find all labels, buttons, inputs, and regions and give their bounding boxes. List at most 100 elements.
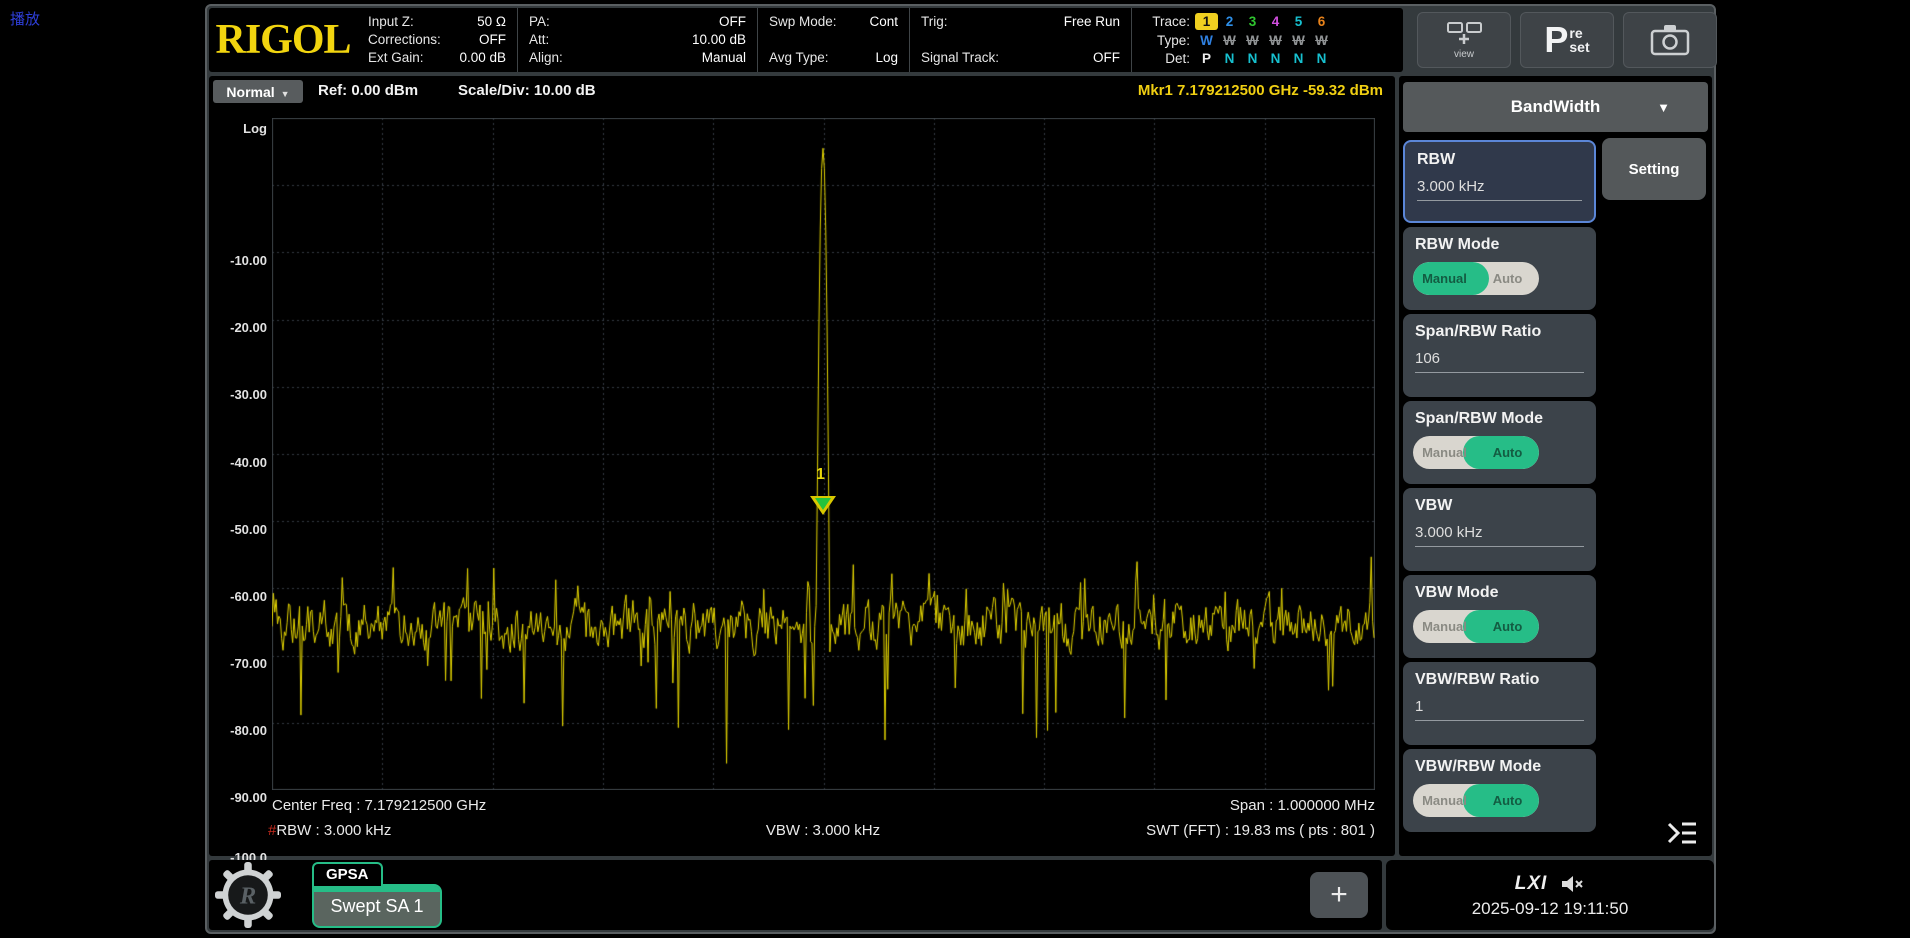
trace-6-type: W bbox=[1310, 32, 1333, 49]
rbw-mode-toggle[interactable]: Manual Auto bbox=[1413, 262, 1539, 295]
amplitude-scale-label: Log bbox=[209, 120, 267, 138]
spectrum-display-panel: Normal Ref: 0.00 dBm Scale/Div: 10.00 dB… bbox=[209, 76, 1395, 856]
trace-5-type: W bbox=[1287, 32, 1310, 49]
y-tick-10: -10.00 bbox=[209, 252, 267, 270]
avg-type-label: Avg Type: bbox=[769, 49, 829, 66]
vbw-rbw-ratio-title: VBW/RBW Ratio bbox=[1415, 671, 1584, 689]
vbw-card[interactable]: VBW 3.000 kHz bbox=[1403, 488, 1596, 571]
system-gear-button[interactable]: R bbox=[215, 862, 281, 933]
rbw-value[interactable]: 3.000 kHz bbox=[1417, 178, 1582, 201]
vbw-mode-card[interactable]: VBW Mode Manual Auto bbox=[1403, 575, 1596, 658]
att-label: Att: bbox=[529, 31, 549, 48]
span-rbw-ratio-title: Span/RBW Ratio bbox=[1415, 323, 1584, 341]
screenshot-button[interactable] bbox=[1623, 12, 1717, 68]
speaker-muted-icon[interactable] bbox=[1559, 873, 1585, 895]
trace-3-type: W bbox=[1241, 32, 1264, 49]
span-rbw-ratio-card[interactable]: Span/RBW Ratio 106 bbox=[1403, 314, 1596, 397]
span-rbw-mode-toggle[interactable]: Manual Auto bbox=[1413, 436, 1539, 469]
type-label: Type: bbox=[1142, 32, 1190, 49]
avg-type-value: Log bbox=[875, 49, 898, 66]
trace-2-button[interactable]: 2 bbox=[1218, 13, 1241, 30]
y-tick-70: -70.00 bbox=[209, 655, 267, 673]
vbw-rbw-mode-card[interactable]: VBW/RBW Mode Manual Auto bbox=[1403, 749, 1596, 832]
tab-setting[interactable]: Setting bbox=[1602, 138, 1706, 200]
trace-3-det: N bbox=[1241, 50, 1264, 67]
preset-icon: P re set bbox=[1544, 23, 1589, 57]
ref-level-readout[interactable]: Ref: 0.00 dBm bbox=[318, 82, 418, 99]
rbw-title: RBW bbox=[1417, 151, 1582, 169]
swp-mode-value: Cont bbox=[869, 13, 898, 30]
top-status-bar: RIGOL Input Z:50 Ω Corrections:OFF Ext G… bbox=[209, 8, 1403, 72]
os-play-label: 播放 bbox=[10, 8, 40, 29]
vbw-mode-toggle[interactable]: Manual Auto bbox=[1413, 610, 1539, 643]
sweep-group: Swp Mode:Cont Avg Type:Log bbox=[757, 8, 909, 72]
vbw-rbw-ratio-card[interactable]: VBW/RBW Ratio 1 bbox=[1403, 662, 1596, 745]
datetime-display: 2025-09-12 19:11:50 bbox=[1472, 899, 1629, 919]
pa-label: PA: bbox=[529, 13, 550, 30]
trace-label: Trace: bbox=[1142, 13, 1190, 30]
span-rbw-mode-card[interactable]: Span/RBW Mode Manual Auto bbox=[1403, 401, 1596, 484]
preset-p-glyph: P bbox=[1544, 23, 1568, 57]
view-icon-label: view bbox=[1454, 49, 1475, 60]
trace-2-det: N bbox=[1218, 50, 1241, 67]
menu-collapse-button[interactable] bbox=[1662, 813, 1702, 853]
trace-1-det: P bbox=[1195, 50, 1218, 67]
preset-button[interactable]: P re set bbox=[1520, 12, 1614, 68]
vbw-rbw-mode-auto[interactable]: Auto bbox=[1476, 784, 1539, 817]
vbw-rbw-mode-manual[interactable]: Manual bbox=[1413, 784, 1476, 817]
vbw-rbw-ratio-value[interactable]: 1 bbox=[1415, 698, 1584, 721]
bandwidth-menu-panel: BandWidth ▼ Setting RBW 3.000 kHz RBW Mo… bbox=[1399, 76, 1712, 856]
trace-4-button[interactable]: 4 bbox=[1264, 13, 1287, 30]
y-tick-20: -20.00 bbox=[209, 319, 267, 337]
signal-track-value: OFF bbox=[1093, 49, 1120, 66]
menu-header-title: BandWidth bbox=[1511, 97, 1601, 117]
trace-6-button[interactable]: 6 bbox=[1310, 13, 1333, 30]
det-label: Det: bbox=[1142, 50, 1190, 67]
trace-6-det: N bbox=[1310, 50, 1333, 67]
add-mode-button[interactable]: + bbox=[1310, 872, 1368, 918]
vbw-value[interactable]: 3.000 kHz bbox=[1415, 524, 1584, 547]
span-rbw-mode-manual[interactable]: Manual bbox=[1413, 436, 1476, 469]
trace-1-button[interactable]: 1 bbox=[1195, 13, 1218, 30]
trace-3-button[interactable]: 3 bbox=[1241, 13, 1264, 30]
ext-gain-label: Ext Gain: bbox=[368, 49, 424, 66]
trace-1-type: W bbox=[1195, 32, 1218, 49]
vbw-rbw-mode-toggle[interactable]: Manual Auto bbox=[1413, 784, 1539, 817]
rbw-mode-card[interactable]: RBW Mode Manual Auto bbox=[1403, 227, 1596, 310]
trace-4-type: W bbox=[1264, 32, 1287, 49]
lxi-logo: LXI bbox=[1515, 873, 1548, 895]
status-info-panel: LXI 2025-09-12 19:11:50 bbox=[1386, 860, 1714, 930]
center-freq-annotation: Center Freq : 7.179212500 GHz bbox=[272, 797, 486, 814]
swt-annotation: SWT (FFT) : 19.83 ms ( pts : 801 ) bbox=[1146, 822, 1375, 839]
vbw-mode-manual[interactable]: Manual bbox=[1413, 610, 1476, 643]
trace-mode-dropdown[interactable]: Normal bbox=[213, 80, 303, 103]
align-value: Manual bbox=[702, 49, 746, 66]
rbw-annotation-text: RBW : 3.000 kHz bbox=[276, 822, 391, 839]
scale-div-readout[interactable]: Scale/Div: 10.00 dB bbox=[458, 82, 596, 99]
vbw-title: VBW bbox=[1415, 497, 1584, 515]
rbw-annotation: #RBW : 3.000 kHz bbox=[268, 822, 391, 839]
trig-value: Free Run bbox=[1064, 13, 1120, 30]
align-label: Align: bbox=[529, 49, 563, 66]
span-rbw-mode-auto[interactable]: Auto bbox=[1476, 436, 1539, 469]
view-button[interactable]: view bbox=[1417, 12, 1511, 68]
spectrum-plot-canvas[interactable] bbox=[272, 118, 1375, 790]
span-rbw-ratio-value[interactable]: 106 bbox=[1415, 350, 1584, 373]
rbw-mode-manual[interactable]: Manual bbox=[1413, 262, 1476, 295]
input-z-value: 50 Ω bbox=[477, 13, 506, 30]
active-mode-label: Swept SA 1 bbox=[330, 896, 423, 917]
vbw-mode-auto[interactable]: Auto bbox=[1476, 610, 1539, 643]
vbw-annotation: VBW : 3.000 kHz bbox=[766, 822, 880, 839]
rbw-mode-auto[interactable]: Auto bbox=[1476, 262, 1539, 295]
att-value: 10.00 dB bbox=[692, 31, 746, 48]
trace-2-type: W bbox=[1218, 32, 1241, 49]
active-mode-tab[interactable]: Swept SA 1 bbox=[312, 884, 442, 928]
trace-5-button[interactable]: 5 bbox=[1287, 13, 1310, 30]
menu-header-dropdown[interactable]: BandWidth ▼ bbox=[1403, 82, 1708, 132]
mode-type-badge[interactable]: GPSA bbox=[312, 862, 383, 886]
rbw-card[interactable]: RBW 3.000 kHz bbox=[1403, 140, 1596, 223]
y-tick-60: -60.00 bbox=[209, 588, 267, 606]
y-tick-30: -30.00 bbox=[209, 386, 267, 404]
signal-track-label: Signal Track: bbox=[921, 49, 999, 66]
mode-taskbar: R GPSA Swept SA 1 + bbox=[209, 860, 1382, 930]
